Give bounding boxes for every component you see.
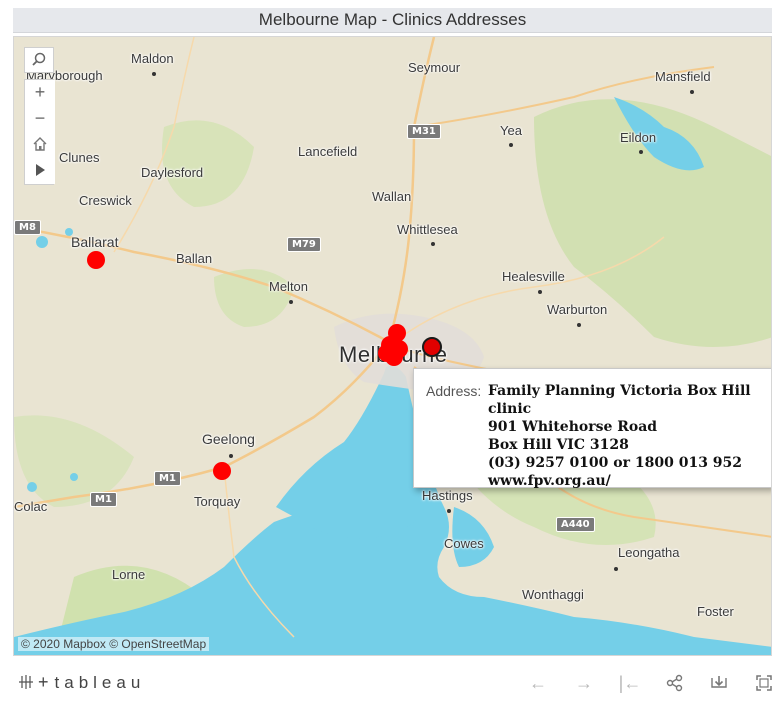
clinic-marker[interactable]	[378, 344, 396, 362]
lake	[70, 473, 78, 481]
place-label: Clunes	[59, 150, 100, 165]
town-marker	[577, 323, 581, 327]
brand-plus: +	[38, 672, 49, 692]
place-label: Mansfield	[655, 69, 711, 84]
place-label: Daylesford	[141, 165, 204, 180]
undo-button[interactable]: ←	[525, 671, 551, 695]
forest-area	[214, 269, 294, 327]
map-toolbar: + −	[24, 47, 55, 185]
map-view[interactable]: Maldon Maryborough Seymour Mansfield Yea…	[13, 36, 772, 656]
place-label: Warburton	[547, 302, 608, 317]
address-tooltip: Address: Family Planning Victoria Box Hi…	[413, 368, 771, 490]
place-label: Wonthaggi	[522, 587, 584, 602]
place-label: Healesville	[502, 269, 565, 284]
download-icon	[711, 676, 727, 688]
place-label: Cowes	[444, 536, 484, 551]
home-icon	[33, 137, 47, 151]
town-marker	[538, 290, 542, 294]
clinic-street: 901 Whitehorse Road	[488, 419, 658, 435]
place-label: Seymour	[408, 60, 461, 75]
road-shield: M1	[154, 471, 181, 486]
pan-mode-button[interactable]	[25, 158, 55, 184]
brand-text: tableau	[54, 673, 146, 692]
town-marker	[289, 300, 293, 304]
place-label: Creswick	[79, 193, 132, 208]
town-marker	[614, 567, 618, 571]
clinic-phone: (03) 9257 0100 or 1800 013 952	[488, 455, 743, 471]
place-label: Torquay	[194, 494, 241, 509]
clinic-marker[interactable]	[213, 462, 231, 480]
place-label: Foster	[697, 604, 734, 619]
place-label: Eildon	[620, 130, 657, 145]
lake	[36, 236, 48, 248]
town-marker	[690, 90, 694, 94]
forest-area	[162, 120, 254, 207]
zoom-controls: + −	[24, 79, 55, 185]
road-shield: M1	[90, 492, 117, 507]
search-icon	[32, 52, 46, 66]
fullscreen-button[interactable]	[751, 671, 777, 695]
town-marker	[152, 72, 156, 76]
place-label: Leongatha	[618, 545, 680, 560]
bay	[276, 369, 434, 539]
revert-button[interactable]: |←	[617, 671, 643, 695]
tableau-brand[interactable]: + tableau	[18, 672, 145, 693]
map-search-button[interactable]	[24, 47, 54, 73]
road-shield: M8	[14, 220, 41, 235]
place-label: Ballan	[176, 251, 213, 266]
town-marker	[447, 509, 451, 513]
tableau-footer: + tableau ← → |←	[0, 668, 784, 698]
clinic-website: www.fpv.org.au/	[488, 473, 611, 489]
reset-map-button[interactable]	[25, 132, 55, 158]
place-label: Melton	[269, 279, 309, 294]
play-arrow-icon	[36, 164, 45, 176]
town-marker	[639, 150, 643, 154]
road-shield: M31	[407, 124, 441, 139]
place-label: Ballarat	[71, 234, 119, 250]
redo-button[interactable]: →	[571, 671, 597, 695]
zoom-in-button[interactable]: +	[25, 80, 55, 106]
share-button[interactable]	[662, 671, 688, 695]
clinic-suburb: Box Hill VIC 3128	[488, 437, 629, 453]
road-shield: M79	[287, 237, 321, 252]
town-marker	[229, 454, 233, 458]
share-icon	[666, 674, 683, 692]
clinic-marker-selected[interactable]	[422, 337, 442, 357]
town-marker	[431, 242, 435, 246]
lake	[27, 482, 37, 492]
place-label: Wallan	[372, 189, 412, 204]
tooltip-label: Address:	[426, 383, 482, 399]
road-shield: A440	[556, 517, 595, 532]
tableau-logo-icon	[19, 675, 33, 689]
place-label: Hastings	[422, 488, 473, 503]
place-label: Maldon	[131, 51, 174, 66]
download-button[interactable]	[706, 671, 732, 695]
clinic-marker[interactable]	[87, 251, 105, 269]
tooltip-value: Family Planning Victoria Box Hill clinic…	[488, 382, 771, 490]
town-marker	[509, 143, 513, 147]
zoom-out-button[interactable]: −	[25, 106, 55, 132]
map-attribution[interactable]: © 2020 Mapbox © OpenStreetMap	[18, 637, 210, 651]
place-label: Colac	[14, 499, 48, 514]
place-label: Geelong	[202, 431, 255, 447]
place-label: Lancefield	[298, 144, 358, 159]
place-label: Lorne	[112, 567, 146, 582]
dashboard-title: Melbourne Map - Clinics Addresses	[13, 8, 772, 33]
fullscreen-icon	[756, 675, 772, 691]
place-label: Yea	[500, 123, 522, 138]
place-label: Whittlesea	[397, 222, 458, 237]
clinic-name: Family Planning Victoria Box Hill clinic	[488, 383, 751, 417]
